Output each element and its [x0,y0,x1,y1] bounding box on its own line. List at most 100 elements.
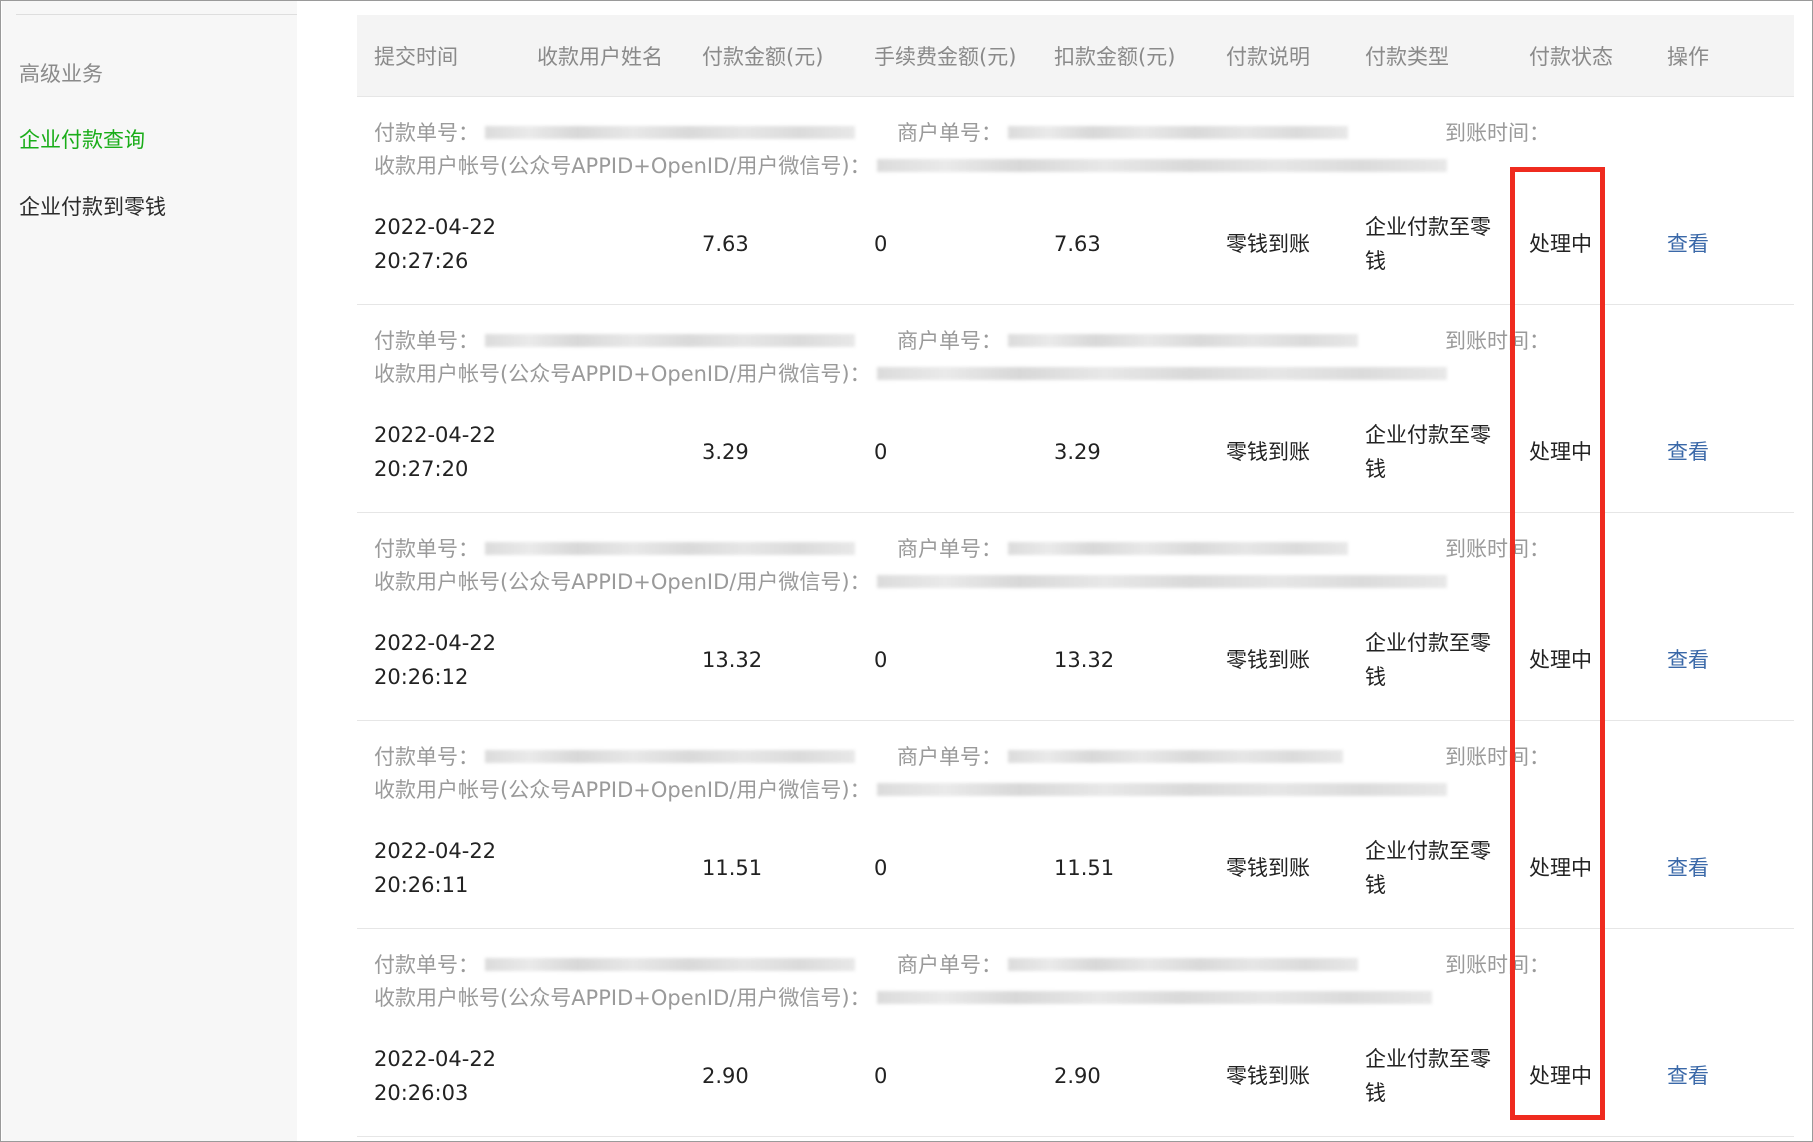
table-row: 付款单号： 商户单号： 到账时间： 收款用户帐号(公众号APPID+OpenID… [357,721,1794,929]
merchant-no: 商户单号： [897,118,1348,148]
note: 零钱到账 [1226,1064,1310,1088]
header-action: 操作 [1667,45,1709,69]
payment-no-label: 付款单号： [374,329,479,353]
header-amount: 付款金额(元) [702,45,824,69]
payment-type: 企业付款至零钱 [1365,631,1491,689]
redacted-merchant-no [1008,541,1348,555]
status: 处理中 [1529,232,1592,256]
deduct: 11.51 [1054,856,1115,880]
redacted-account [876,782,1447,796]
sidebar: 高级业务 企业付款查询 企业付款到零钱 [2,1,297,1141]
fee: 0 [874,856,888,880]
payee-account-label: 收款用户帐号(公众号APPID+OpenID/用户微信号)： [374,778,871,802]
payee-account: 收款用户帐号(公众号APPID+OpenID/用户微信号)： [374,983,1432,1013]
payment-type: 企业付款至零钱 [1365,1047,1491,1105]
redacted-payment-no [485,333,855,347]
payment-no: 付款单号： [374,534,855,564]
deduct: 13.32 [1054,648,1115,672]
fee: 0 [874,1064,888,1088]
redacted-account [876,366,1447,380]
submit-time: 2022-04-22 20:26:03 [374,1047,497,1105]
deduct: 3.29 [1054,440,1101,464]
payment-type: 企业付款至零钱 [1365,215,1491,273]
merchant-no-label: 商户单号： [897,537,1002,561]
view-link[interactable]: 查看 [1667,227,1709,261]
redacted-merchant-no [1008,749,1343,763]
note: 零钱到账 [1226,648,1310,672]
amount: 7.63 [702,232,749,256]
payment-table: 提交时间 收款用户姓名 付款金额(元) 手续费金额(元) 扣款金额(元) 付款说… [357,15,1794,1137]
table-row: 付款单号： 商户单号： 到账时间： 收款用户帐号(公众号APPID+OpenID… [357,929,1794,1137]
payment-no: 付款单号： [374,742,855,772]
merchant-no-label: 商户单号： [897,953,1002,977]
merchant-no: 商户单号： [897,742,1343,772]
merchant-no-label: 商户单号： [897,121,1002,145]
header-status: 付款状态 [1529,45,1613,69]
redacted-merchant-no [1008,333,1358,347]
payment-no-label: 付款单号： [374,121,479,145]
payee-account: 收款用户帐号(公众号APPID+OpenID/用户微信号)： [374,567,1447,597]
amount: 11.51 [702,856,763,880]
arrival-time: 到账时间： [1445,953,1550,977]
status: 处理中 [1529,856,1592,880]
submit-time: 2022-04-22 20:26:11 [374,839,497,897]
amount: 13.32 [702,648,763,672]
view-link[interactable]: 查看 [1667,1059,1709,1093]
sidebar-section-title: 高级业务 [19,62,103,86]
sidebar-divider [16,14,297,15]
merchant-no: 商户单号： [897,326,1358,356]
header-note: 付款说明 [1226,45,1310,69]
payee-account: 收款用户帐号(公众号APPID+OpenID/用户微信号)： [374,775,1447,805]
fee: 0 [874,440,888,464]
payee-account-label: 收款用户帐号(公众号APPID+OpenID/用户微信号)： [374,362,871,386]
app-window: 高级业务 企业付款查询 企业付款到零钱 提交时间 收款用户姓名 付款金额(元) … [0,0,1813,1142]
note: 零钱到账 [1226,232,1310,256]
header-deduct: 扣款金额(元) [1054,45,1176,69]
redacted-merchant-no [1008,957,1358,971]
view-link[interactable]: 查看 [1667,435,1709,469]
arrival-time: 到账时间： [1445,329,1550,353]
payee-account: 收款用户帐号(公众号APPID+OpenID/用户微信号)： [374,151,1447,181]
payment-type: 企业付款至零钱 [1365,423,1491,481]
payment-no: 付款单号： [374,950,855,980]
payment-no: 付款单号： [374,326,855,356]
sidebar-item-payment-to-wallet[interactable]: 企业付款到零钱 [19,192,166,222]
merchant-no: 商户单号： [897,534,1348,564]
submit-time: 2022-04-22 20:26:12 [374,631,497,689]
table-header: 提交时间 收款用户姓名 付款金额(元) 手续费金额(元) 扣款金额(元) 付款说… [357,15,1794,97]
arrival-time: 到账时间： [1445,121,1550,145]
redacted-account [876,158,1447,172]
merchant-no-label: 商户单号： [897,745,1002,769]
redacted-account [876,574,1447,588]
table-row: 付款单号： 商户单号： 到账时间： 收款用户帐号(公众号APPID+OpenID… [357,97,1794,305]
view-link[interactable]: 查看 [1667,851,1709,885]
sidebar-item-payment-query[interactable]: 企业付款查询 [19,125,145,155]
payee-account-label: 收款用户帐号(公众号APPID+OpenID/用户微信号)： [374,986,871,1010]
note: 零钱到账 [1226,440,1310,464]
header-fee: 手续费金额(元) [874,45,1017,69]
header-payee-name: 收款用户姓名 [537,45,663,69]
payment-no-label: 付款单号： [374,537,479,561]
redacted-payment-no [485,957,855,971]
payee-account-label: 收款用户帐号(公众号APPID+OpenID/用户微信号)： [374,570,871,594]
view-link[interactable]: 查看 [1667,643,1709,677]
fee: 0 [874,648,888,672]
payment-no: 付款单号： [374,118,855,148]
arrival-time: 到账时间： [1445,745,1550,769]
table-row: 付款单号： 商户单号： 到账时间： 收款用户帐号(公众号APPID+OpenID… [357,513,1794,721]
header-type: 付款类型 [1365,45,1449,69]
payee-account: 收款用户帐号(公众号APPID+OpenID/用户微信号)： [374,359,1447,389]
submit-time: 2022-04-22 20:27:20 [374,423,497,481]
status: 处理中 [1529,648,1592,672]
merchant-no-label: 商户单号： [897,329,1002,353]
status: 处理中 [1529,440,1592,464]
amount: 3.29 [702,440,749,464]
payment-no-label: 付款单号： [374,953,479,977]
submit-time: 2022-04-22 20:27:26 [374,215,497,273]
redacted-merchant-no [1008,125,1348,139]
arrival-time: 到账时间： [1445,537,1550,561]
table-row: 付款单号： 商户单号： 到账时间： 收款用户帐号(公众号APPID+OpenID… [357,305,1794,513]
amount: 2.90 [702,1064,749,1088]
redacted-payment-no [485,749,855,763]
redacted-payment-no [485,125,855,139]
